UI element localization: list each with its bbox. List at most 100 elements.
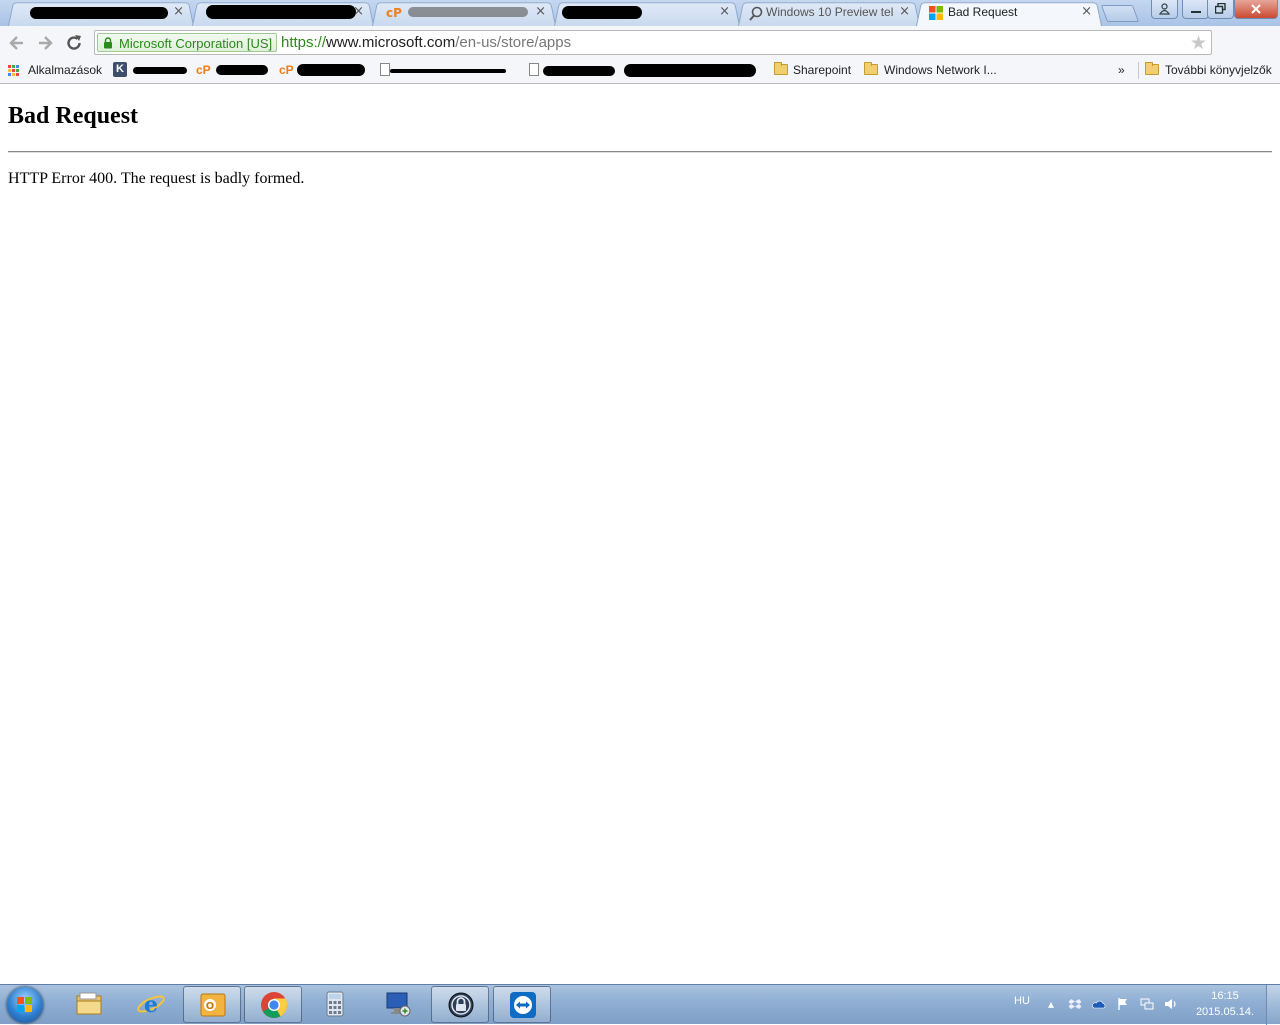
redaction-mark: [297, 64, 365, 76]
tab-close-icon[interactable]: ×: [173, 4, 184, 19]
bookmarks-overflow-button[interactable]: »: [1116, 62, 1130, 79]
bookmark-redacted-3[interactable]: cP: [277, 62, 367, 79]
tab-windows10-preview[interactable]: Windows 10 Preview tel ×: [738, 0, 920, 26]
tab-bad-request[interactable]: Bad Request ×: [916, 0, 1102, 26]
keepass-icon: [448, 992, 474, 1018]
dropbox-icon[interactable]: [1068, 997, 1082, 1011]
close-window-button[interactable]: [1234, 0, 1278, 19]
restore-icon: [1214, 2, 1226, 14]
windows-explorer-icon: [76, 992, 102, 1015]
windows-taskbar: e O HU ▴ 16:15 2015.05.14.: [0, 984, 1280, 1025]
bookmark-star-icon[interactable]: ★: [1190, 32, 1207, 54]
redaction-mark: [562, 6, 642, 19]
bookmark-windows-network[interactable]: Windows Network I...: [862, 62, 1002, 79]
volume-icon[interactable]: [1164, 997, 1178, 1011]
outlook-icon: O: [200, 993, 226, 1017]
tab-close-icon[interactable]: ×: [1081, 4, 1092, 19]
apps-grid-icon: [8, 65, 20, 77]
taskbar-explorer[interactable]: [60, 986, 118, 1023]
ev-certificate-badge[interactable]: Microsoft Corporation [US]: [97, 33, 278, 52]
action-center-flag-icon[interactable]: [1116, 997, 1130, 1011]
new-tab-button[interactable]: [1100, 5, 1140, 22]
bookmark-label: Windows Network I...: [884, 63, 997, 77]
taskbar-calculator[interactable]: [306, 986, 364, 1023]
address-bar[interactable]: Microsoft Corporation [US] https://www.m…: [94, 30, 1212, 55]
url-text[interactable]: https://www.microsoft.com/en-us/store/ap…: [281, 34, 571, 51]
tab-close-icon[interactable]: ×: [535, 4, 546, 19]
onedrive-icon[interactable]: [1092, 997, 1106, 1011]
svg-text:O: O: [206, 1001, 215, 1012]
browser-toolbar: Microsoft Corporation [US] https://www.m…: [0, 26, 1280, 78]
taskbar-chrome[interactable]: [244, 986, 302, 1023]
redaction-mark: [206, 5, 356, 19]
windows-logo-icon: [17, 997, 33, 1013]
redaction-mark: [624, 64, 756, 77]
restore-button[interactable]: [1207, 0, 1234, 19]
cpanel-icon: cP: [196, 63, 211, 77]
start-button[interactable]: [7, 987, 43, 1023]
overflow-chevron-icon: »: [1118, 63, 1125, 77]
clock-time[interactable]: 16:15: [1196, 990, 1254, 1002]
redaction-mark: [216, 65, 268, 75]
bookmark-redacted-1[interactable]: K: [111, 62, 191, 79]
bookmark-redacted-4[interactable]: [378, 62, 512, 79]
show-desktop-button[interactable]: [1266, 985, 1280, 1025]
url-scheme: https://: [281, 34, 327, 51]
forward-icon[interactable]: [35, 33, 55, 53]
redaction-mark: [408, 7, 528, 17]
redaction-mark: [390, 69, 506, 73]
tab-1[interactable]: ×: [8, 0, 194, 26]
bookmark-redacted-2[interactable]: cP: [194, 62, 274, 79]
bookmark-redacted-5[interactable]: [527, 62, 621, 79]
page-title: Bad Request: [8, 103, 139, 129]
network-icon[interactable]: [1140, 997, 1154, 1011]
tab-title: Windows 10 Preview tel: [766, 5, 894, 19]
lock-icon: [104, 37, 112, 49]
user-icon: [1158, 3, 1171, 15]
url-path: /en-us/store/apps: [455, 34, 572, 51]
clock-date[interactable]: 2015.05.14.: [1190, 1006, 1260, 1018]
bookmark-other[interactable]: További könyvjelzők: [1138, 62, 1279, 79]
tab-title: Bad Request: [948, 5, 1018, 19]
back-icon[interactable]: [7, 33, 27, 53]
bookmark-label: Sharepoint: [793, 63, 852, 77]
teamviewer-icon: [510, 992, 536, 1018]
taskbar-keepass[interactable]: [431, 986, 489, 1023]
internet-explorer-icon: e: [137, 992, 165, 1018]
language-indicator[interactable]: HU: [1014, 995, 1030, 1007]
taskbar-teamviewer[interactable]: [493, 986, 551, 1023]
bookmark-label: Alkalmazások: [28, 63, 103, 77]
calculator-icon: [326, 991, 344, 1017]
folder-icon: [1145, 62, 1159, 75]
tab-4[interactable]: ×: [554, 0, 740, 26]
user-button[interactable]: [1151, 0, 1178, 19]
redaction-mark: [543, 66, 615, 76]
tab-strip: × × cP × × Windows 10 Preview tel × Bad …: [0, 0, 1280, 26]
folder-icon: [864, 62, 878, 75]
search-icon: [749, 6, 763, 21]
tab-close-icon[interactable]: ×: [899, 4, 910, 19]
ev-label: Microsoft Corporation [US]: [119, 36, 273, 51]
chrome-icon: [261, 992, 288, 1018]
close-icon: [1251, 4, 1261, 14]
url-host: www.microsoft.com: [326, 34, 456, 51]
taskbar-internet-explorer[interactable]: e: [122, 986, 180, 1023]
page-content: Bad Request HTTP Error 400. The request …: [0, 84, 1280, 984]
minimize-icon: [1190, 11, 1201, 13]
bookmark-apps[interactable]: Alkalmazások: [0, 62, 104, 79]
cpanel-icon: cP: [386, 6, 402, 20]
show-hidden-icons-icon[interactable]: ▴: [1044, 997, 1058, 1011]
taskbar-remote-desktop[interactable]: [369, 986, 427, 1023]
bookmark-sharepoint[interactable]: Sharepoint: [772, 62, 858, 79]
tab-2[interactable]: ×: [192, 0, 374, 26]
tab-3[interactable]: cP ×: [372, 0, 556, 26]
reload-icon[interactable]: [64, 33, 84, 53]
tab-close-icon[interactable]: ×: [719, 4, 730, 19]
minimize-button[interactable]: [1182, 0, 1209, 19]
bookmark-redacted-6[interactable]: [622, 62, 762, 79]
bookmark-label: További könyvjelzők: [1165, 63, 1272, 77]
taskbar-outlook[interactable]: O: [183, 986, 241, 1023]
tab-close-icon[interactable]: ×: [353, 4, 364, 19]
redaction-mark: [30, 7, 168, 19]
bookmarks-bar: Alkalmazások K cP cP Sharepoint Windows …: [0, 58, 1280, 84]
